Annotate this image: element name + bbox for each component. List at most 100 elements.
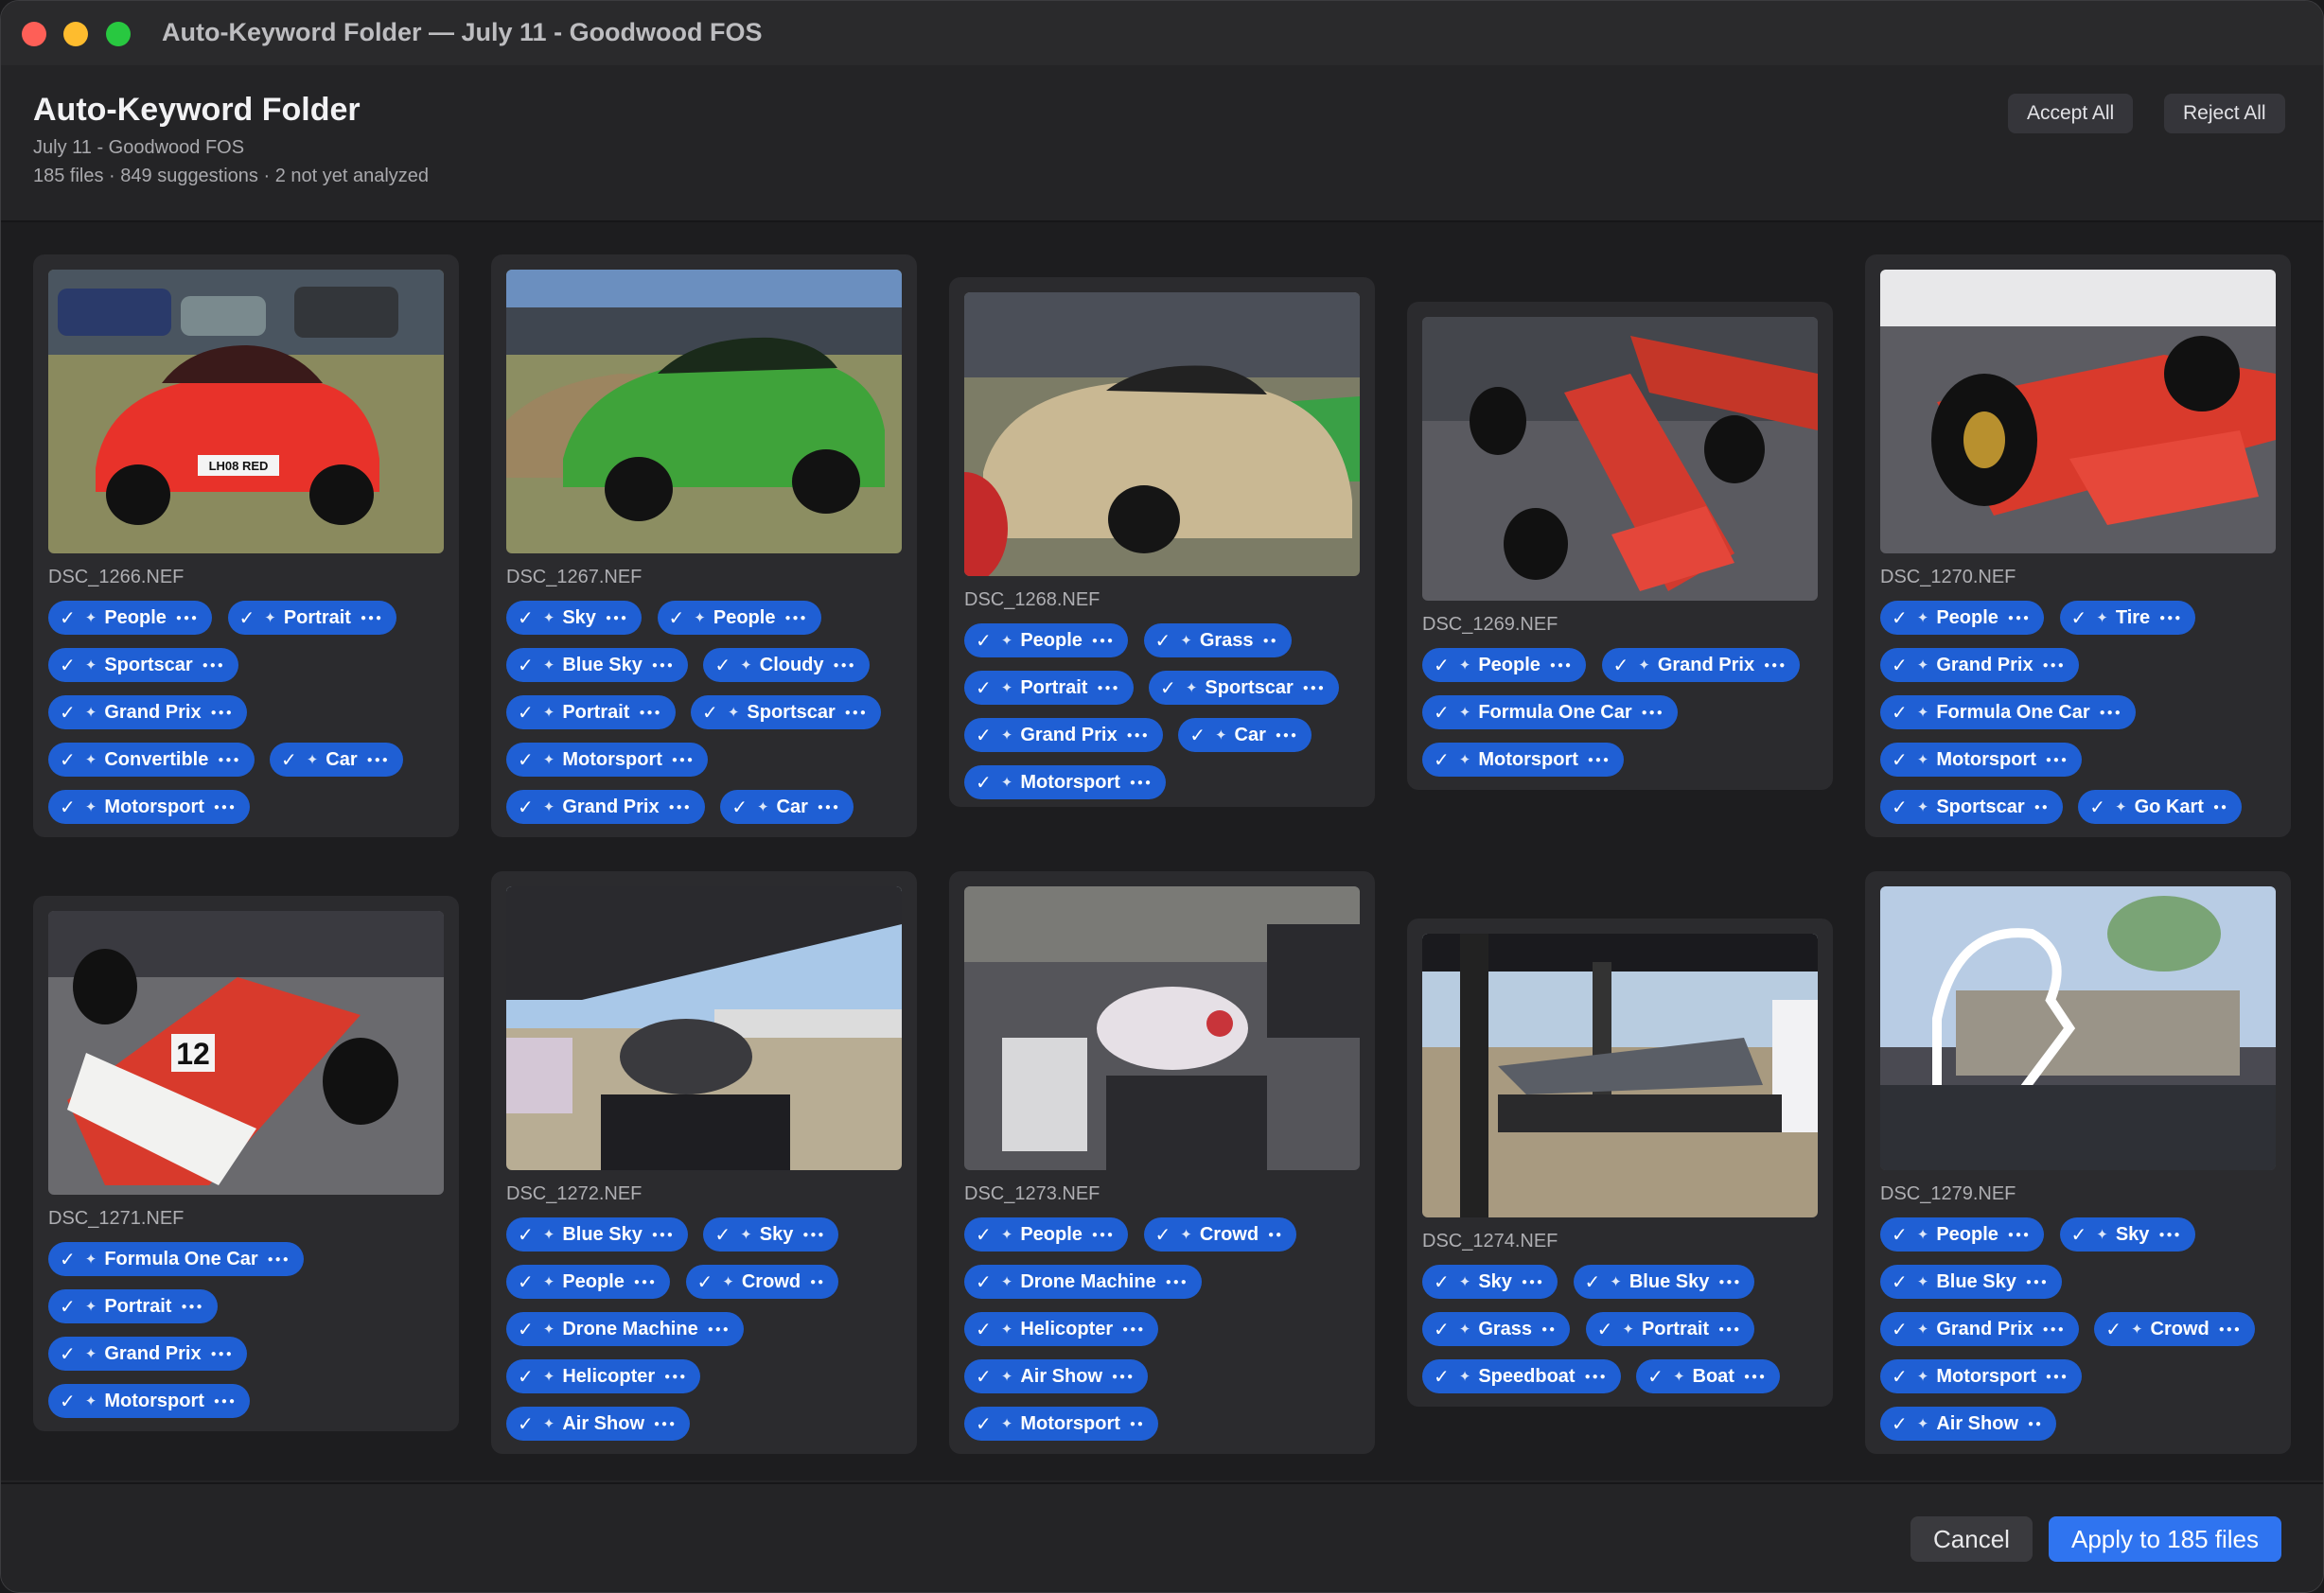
keyword-chip[interactable]: ✓ ✦ Grand Prix ●●●: [506, 790, 705, 824]
ellipsis-icon[interactable]: ●●: [810, 1277, 825, 1287]
keyword-chip[interactable]: ✓ ✦ Sky ●●●: [506, 601, 643, 635]
keyword-chip[interactable]: ✓ ✦ Tire ●●●: [2059, 601, 2196, 635]
ellipsis-icon[interactable]: ●●●: [2046, 755, 2069, 765]
ellipsis-icon[interactable]: ●●●: [2046, 1372, 2069, 1382]
keyword-chip[interactable]: ✓ ✦ Portrait ●●●: [506, 695, 676, 729]
minimize-window-button[interactable]: [63, 22, 88, 46]
photo-thumbnail[interactable]: [506, 886, 902, 1170]
keyword-chip[interactable]: ✓ ✦ Air Show ●●●: [506, 1407, 691, 1441]
cancel-button[interactable]: Cancel: [1910, 1516, 2033, 1562]
keyword-chip[interactable]: ✓ ✦ Formula One Car ●●●: [1422, 695, 1678, 729]
keyword-chip[interactable]: ✓ ✦ Grand Prix ●●●: [964, 718, 1163, 752]
ellipsis-icon[interactable]: ●●●: [664, 1372, 687, 1382]
keyword-chip[interactable]: ✓ ✦ Blue Sky ●●●: [1880, 1265, 2062, 1299]
photo-thumbnail[interactable]: [506, 270, 902, 553]
ellipsis-icon[interactable]: ●●●: [1550, 660, 1573, 671]
ellipsis-icon[interactable]: ●●●: [2008, 613, 2031, 623]
keyword-chip[interactable]: ✓ ✦ Motorsport ●●●: [1880, 1359, 2083, 1393]
ellipsis-icon[interactable]: ●●●: [1166, 1277, 1188, 1287]
ellipsis-icon[interactable]: ●●●: [1092, 636, 1115, 646]
ellipsis-icon[interactable]: ●●●: [652, 1230, 675, 1240]
ellipsis-icon[interactable]: ●●●: [639, 708, 661, 718]
keyword-chip[interactable]: ✓ ✦ Grass ●●: [1422, 1312, 1571, 1346]
keyword-chip[interactable]: ✓ ✦ Sportscar ●●●: [48, 648, 238, 682]
keyword-chip[interactable]: ✓ ✦ Motorsport ●●●: [964, 765, 1167, 799]
ellipsis-icon[interactable]: ●●●: [1522, 1277, 1544, 1287]
keyword-chip[interactable]: ✓ ✦ Portrait ●●●: [48, 1289, 218, 1323]
ellipsis-icon[interactable]: ●●●: [1097, 683, 1119, 693]
keyword-chip[interactable]: ✓ ✦ Sky ●●●: [703, 1217, 839, 1252]
ellipsis-icon[interactable]: ●●●: [1585, 1372, 1608, 1382]
keyword-chip[interactable]: ✓ ✦ Cloudy ●●●: [703, 648, 870, 682]
ellipsis-icon[interactable]: ●●●: [606, 613, 628, 623]
ellipsis-icon[interactable]: ●●●: [361, 613, 383, 623]
photo-thumbnail[interactable]: [1422, 934, 1818, 1217]
ellipsis-icon[interactable]: ●●●: [1112, 1372, 1135, 1382]
keyword-chip[interactable]: ✓ ✦ Grass ●●: [1143, 623, 1292, 657]
keyword-chip[interactable]: ✓ ✦ Motorsport ●●●: [506, 743, 709, 777]
ellipsis-icon[interactable]: ●●●: [181, 1302, 203, 1312]
keyword-chip[interactable]: ✓ ✦ Crowd ●●●: [2094, 1312, 2255, 1346]
keyword-chip[interactable]: ✓ ✦ Blue Sky ●●●: [506, 1217, 688, 1252]
keyword-chip[interactable]: ✓ ✦ Sky ●●●: [1422, 1265, 1558, 1299]
keyword-chip[interactable]: ✓ ✦ People ●●●: [964, 1217, 1129, 1252]
apply-button[interactable]: Apply to 185 files: [2049, 1516, 2282, 1562]
ellipsis-icon[interactable]: ●●●: [176, 613, 199, 623]
ellipsis-icon[interactable]: ●●: [2034, 802, 2050, 813]
ellipsis-icon[interactable]: ●●●: [1092, 1230, 1115, 1240]
keyword-chip[interactable]: ✓ ✦ Formula One Car ●●●: [1880, 695, 2136, 729]
keyword-chip[interactable]: ✓ ✦ People ●●●: [1880, 601, 2045, 635]
ellipsis-icon[interactable]: ●●●: [634, 1277, 657, 1287]
keyword-chip[interactable]: ✓ ✦ Portrait ●●●: [964, 671, 1134, 705]
ellipsis-icon[interactable]: ●●●: [2043, 660, 2066, 671]
keyword-chip[interactable]: ✓ ✦ Boat ●●●: [1636, 1359, 1781, 1393]
keyword-chip[interactable]: ✓ ✦ Grand Prix ●●●: [1601, 648, 1801, 682]
ellipsis-icon[interactable]: ●●: [1541, 1324, 1557, 1335]
photo-thumbnail[interactable]: [964, 886, 1360, 1170]
photo-thumbnail[interactable]: [1880, 270, 2276, 553]
keyword-chip[interactable]: ✓ ✦ Motorsport ●●●: [1422, 743, 1625, 777]
keyword-chip[interactable]: ✓ ✦ Portrait ●●●: [227, 601, 397, 635]
ellipsis-icon[interactable]: ●●●: [802, 1230, 825, 1240]
ellipsis-icon[interactable]: ●●●: [367, 755, 390, 765]
keyword-chip[interactable]: ✓ ✦ People ●●●: [657, 601, 821, 635]
keyword-chip[interactable]: ✓ ✦ Convertible ●●●: [48, 743, 255, 777]
keyword-chip[interactable]: ✓ ✦ Helicopter ●●●: [506, 1359, 701, 1393]
reject-all-button[interactable]: Reject All: [2164, 94, 2285, 133]
ellipsis-icon[interactable]: ●●●: [1718, 1277, 1741, 1287]
keyword-chip[interactable]: ✓ ✦ People ●●●: [1880, 1217, 2045, 1252]
keyword-chip[interactable]: ✓ ✦ Air Show ●●●: [964, 1359, 1149, 1393]
close-window-button[interactable]: [22, 22, 46, 46]
keyword-chip[interactable]: ✓ ✦ Car ●●●: [720, 790, 854, 824]
ellipsis-icon[interactable]: ●●●: [1130, 778, 1153, 788]
keyword-chip[interactable]: ✓ ✦ Formula One Car ●●●: [48, 1242, 304, 1276]
keyword-chip[interactable]: ✓ ✦ Portrait ●●●: [1585, 1312, 1755, 1346]
ellipsis-icon[interactable]: ●●●: [214, 1396, 237, 1407]
keyword-chip[interactable]: ✓ ✦ Grand Prix ●●●: [1880, 648, 2079, 682]
keyword-chip[interactable]: ✓ ✦ Grand Prix ●●●: [1880, 1312, 2079, 1346]
ellipsis-icon[interactable]: ●●●: [211, 1349, 234, 1359]
ellipsis-icon[interactable]: ●●●: [1127, 730, 1150, 741]
ellipsis-icon[interactable]: ●●●: [784, 613, 807, 623]
ellipsis-icon[interactable]: ●●: [1263, 636, 1278, 646]
keyword-chip[interactable]: ✓ ✦ Air Show ●●: [1880, 1407, 2057, 1441]
photo-thumbnail[interactable]: LH08 RED: [48, 270, 444, 553]
keyword-chip[interactable]: ✓ ✦ People ●●●: [964, 623, 1129, 657]
ellipsis-icon[interactable]: ●●●: [1588, 755, 1611, 765]
ellipsis-icon[interactable]: ●●●: [1642, 708, 1664, 718]
keyword-chip[interactable]: ✓ ✦ Drone Machine ●●●: [506, 1312, 744, 1346]
ellipsis-icon[interactable]: ●●●: [2026, 1277, 2049, 1287]
keyword-chip[interactable]: ✓ ✦ Helicopter ●●●: [964, 1312, 1159, 1346]
photo-thumbnail[interactable]: [964, 292, 1360, 576]
ellipsis-icon[interactable]: ●●●: [834, 660, 856, 671]
ellipsis-icon[interactable]: ●●●: [1122, 1324, 1145, 1335]
keyword-chip[interactable]: ✓ ✦ Motorsport ●●●: [1880, 743, 2083, 777]
keyword-chip[interactable]: ✓ ✦ Go Kart ●●: [2078, 790, 2243, 824]
photo-thumbnail[interactable]: 12: [48, 911, 444, 1195]
keyword-chip[interactable]: ✓ ✦ People ●●●: [48, 601, 213, 635]
keyword-chip[interactable]: ✓ ✦ Sky ●●●: [2059, 1217, 2195, 1252]
keyword-chip[interactable]: ✓ ✦ Motorsport ●●●: [48, 1384, 251, 1418]
ellipsis-icon[interactable]: ●●●: [652, 660, 675, 671]
ellipsis-icon[interactable]: ●●●: [2159, 613, 2182, 623]
ellipsis-icon[interactable]: ●●●: [2158, 1230, 2181, 1240]
